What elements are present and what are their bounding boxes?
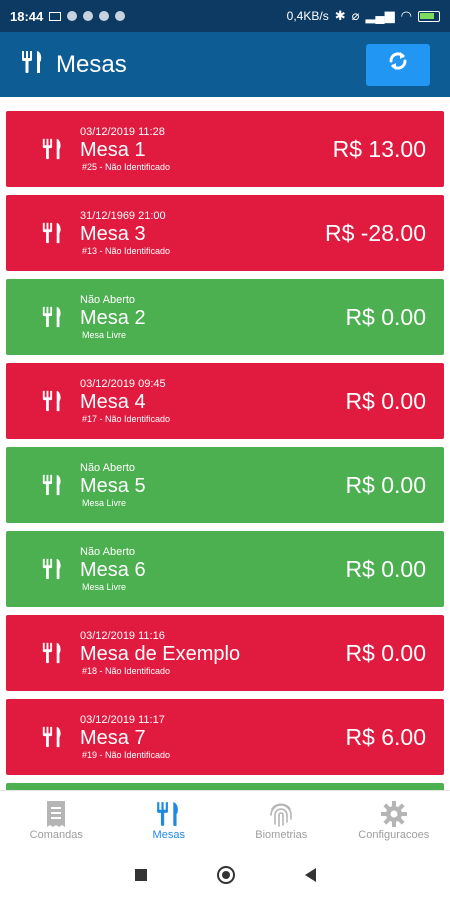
table-status-text: #18 - Não Identificado <box>82 665 171 676</box>
refresh-button[interactable] <box>366 43 430 86</box>
user-icon <box>83 11 94 21</box>
status-notification-icons <box>49 11 126 21</box>
status-bar: 18:44 0,4KB/s ✱ ⌀ ▂▄▆ ◠ <box>0 0 450 32</box>
receipt-icon <box>44 799 68 829</box>
table-card[interactable] <box>6 783 444 790</box>
nav-item-label: Mesas <box>152 829 185 841</box>
table-name: Mesa 4 <box>80 390 146 413</box>
table-card[interactable]: Não Aberto Mesa 2 Mesa Livre R$ 0.00 <box>6 279 444 355</box>
home-button[interactable] <box>216 866 235 884</box>
system-navigation-bar <box>0 850 450 900</box>
table-status-text: #19 - Não Identificado <box>82 749 171 760</box>
table-status-text: #25 - Não Identificado <box>82 161 171 172</box>
bottom-navigation: Comandas Mesas Biometrias Configuracoes <box>0 790 450 850</box>
status-system-icons: 0,4KB/s ✱ ⌀ ▂▄▆ ◠ <box>287 8 440 24</box>
table-total: R$ 13.00 <box>332 135 426 162</box>
tables-list[interactable]: 03/12/2019 11:28 Mesa 1 #25 - Não Identifi… <box>0 97 450 790</box>
table-info: 03/12/2019 11:17 Mesa 7 #19 - Não Identifi… <box>80 714 170 761</box>
alarm-icon: ⌀ <box>351 8 360 23</box>
fingerprint-icon <box>267 799 295 829</box>
utensils-icon <box>40 556 66 582</box>
table-status-text: Mesa Livre <box>82 581 127 592</box>
network-speed: 0,4KB/s <box>286 9 329 23</box>
nav-item-biometrias[interactable]: Biometrias <box>225 791 338 850</box>
table-opened-date: 03/12/2019 11:17 <box>80 713 165 726</box>
table-info: Não Aberto Mesa 6 Mesa Livre <box>80 546 146 593</box>
table-info: 03/12/2019 11:28 Mesa 1 #25 - Não Identifi… <box>80 126 170 173</box>
utensils-icon <box>40 472 66 498</box>
table-opened-date: Não Aberto <box>80 293 136 306</box>
table-status-text: #17 - Não Identificado <box>82 413 171 424</box>
notification-dot-icon <box>115 11 126 21</box>
table-info: Não Aberto Mesa 2 Mesa Livre <box>80 294 146 341</box>
nav-item-mesas[interactable]: Mesas <box>113 791 226 850</box>
utensils-icon <box>40 304 66 330</box>
refresh-icon <box>385 48 411 81</box>
table-name: Mesa 1 <box>80 138 146 161</box>
table-opened-date: 31/12/1969 21:00 <box>80 209 166 222</box>
page-title: Mesas <box>56 50 127 78</box>
table-total: R$ 0.00 <box>345 303 426 330</box>
table-info: 03/12/2019 11:16 Mesa de Exemplo #18 - Não… <box>80 630 240 677</box>
table-status-text: Mesa Livre <box>82 497 127 508</box>
signal-icon: ▂▄▆ <box>365 8 395 23</box>
table-name: Mesa 3 <box>80 222 146 245</box>
table-opened-date: Não Aberto <box>80 545 136 558</box>
gear-icon <box>380 799 408 829</box>
table-opened-date: 03/12/2019 09:45 <box>80 377 166 390</box>
table-total: R$ 0.00 <box>345 555 426 582</box>
table-total: R$ -28.00 <box>324 219 426 246</box>
table-status-text: Mesa Livre <box>82 329 127 340</box>
table-opened-date: 03/12/2019 11:16 <box>80 629 165 642</box>
utensils-icon <box>40 724 66 750</box>
table-name: Mesa 7 <box>80 726 146 749</box>
table-name: Mesa 6 <box>80 558 146 581</box>
wifi-icon: ◠ <box>400 8 412 23</box>
utensils-icon <box>20 49 46 80</box>
table-card[interactable]: Não Aberto Mesa 6 Mesa Livre R$ 0.00 <box>6 531 444 607</box>
table-total: R$ 0.00 <box>345 471 426 498</box>
recent-apps-button[interactable] <box>134 869 147 881</box>
status-time: 18:44 <box>10 8 44 24</box>
bluetooth-icon: ✱ <box>334 8 346 23</box>
back-button[interactable] <box>304 868 316 882</box>
table-card[interactable]: 03/12/2019 09:45 Mesa 4 #17 - Não Identifi… <box>6 363 444 439</box>
table-info: Não Aberto Mesa 5 Mesa Livre <box>80 462 146 509</box>
nav-item-comandas[interactable]: Comandas <box>0 791 113 850</box>
table-card[interactable]: 03/12/2019 11:28 Mesa 1 #25 - Não Identifi… <box>6 111 444 187</box>
table-opened-date: 03/12/2019 11:28 <box>80 125 165 138</box>
table-info: 31/12/1969 21:00 Mesa 3 #13 - Não Identifi… <box>80 210 170 257</box>
utensils-icon <box>40 220 66 246</box>
table-card[interactable]: 03/12/2019 11:17 Mesa 7 #19 - Não Identifi… <box>6 699 444 775</box>
table-name: Mesa 5 <box>80 474 146 497</box>
trash-icon <box>99 11 110 21</box>
nav-item-configuracoes[interactable]: Configuracoes <box>338 791 450 850</box>
notification-dot-icon <box>67 11 78 21</box>
utensils-icon <box>40 388 66 414</box>
table-info: 03/12/2019 09:45 Mesa 4 #17 - Não Identifi… <box>80 378 170 425</box>
table-opened-date: Não Aberto <box>80 461 136 474</box>
table-status-text: #13 - Não Identificado <box>82 245 171 256</box>
table-name: Mesa de Exemplo <box>80 642 241 665</box>
utensils-icon <box>155 799 183 829</box>
app-bar: Mesas <box>0 32 450 97</box>
utensils-icon <box>40 640 66 666</box>
table-total: R$ 0.00 <box>345 387 426 414</box>
nav-item-label: Configuracoes <box>358 829 430 841</box>
table-card[interactable]: 03/12/2019 11:16 Mesa de Exemplo #18 - Não… <box>6 615 444 691</box>
table-total: R$ 0.00 <box>345 639 426 666</box>
battery-icon <box>418 10 440 22</box>
utensils-icon <box>40 136 66 162</box>
table-card[interactable]: 31/12/1969 21:00 Mesa 3 #13 - Não Identifi… <box>6 195 444 271</box>
nav-item-label: Biometrias <box>255 829 308 841</box>
table-name: Mesa 2 <box>80 306 146 329</box>
table-total: R$ 6.00 <box>345 723 426 750</box>
nav-item-label: Comandas <box>29 829 83 841</box>
table-card[interactable]: Não Aberto Mesa 5 Mesa Livre R$ 0.00 <box>6 447 444 523</box>
laptop-icon <box>49 11 62 21</box>
